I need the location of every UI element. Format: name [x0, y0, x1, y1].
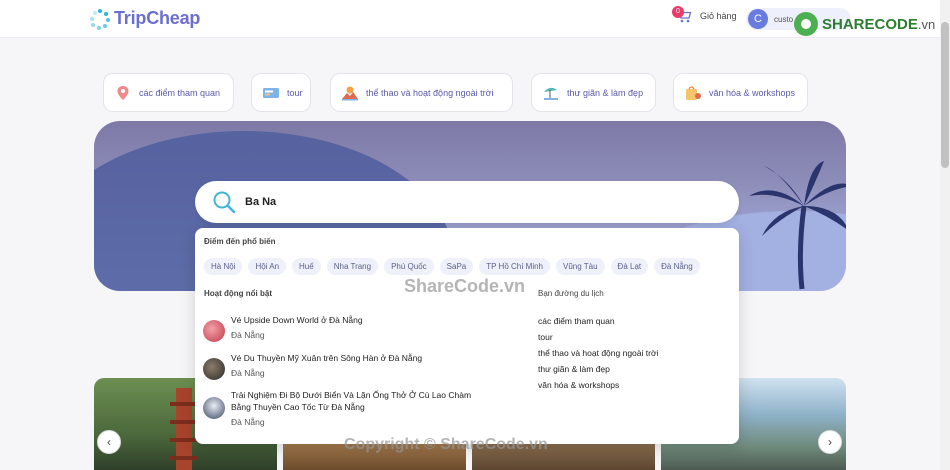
search-bar[interactable] [195, 181, 739, 223]
popular-destinations-list: Hà Nội Hội An Huế Nha Trang Phú Quốc SaP… [204, 258, 700, 275]
watermark-bottom: Copyright © ShareCode.vn [344, 436, 548, 453]
logo-spinner-icon [90, 8, 110, 30]
activity-thumbnail [203, 320, 225, 342]
beach-chair-icon [542, 85, 560, 101]
destination-tag[interactable]: Vũng Tàu [556, 258, 605, 275]
activity-title: Vé Du Thuyền Mỹ Xuân trên Sông Hàn ở Đà … [231, 353, 423, 363]
map-pin-icon [114, 85, 132, 101]
activity-location: Đà Nẵng [231, 417, 265, 427]
user-name: custo [774, 14, 794, 24]
category-label: văn hóa & workshops [709, 87, 796, 98]
activity-item[interactable]: Trải Nghiệm Đi Bộ Dưới Biển Và Lặn Ống T… [203, 389, 481, 427]
cart-label: Giỏ hàng [700, 11, 737, 21]
category-label: thư giãn & làm đẹp [567, 87, 644, 98]
category-relax[interactable]: thư giãn & làm đẹp [531, 73, 656, 112]
cart-button[interactable]: 0 Giỏ hàng [672, 6, 737, 24]
destination-tag[interactable]: TP Hồ Chí Minh [479, 258, 550, 275]
destination-tag[interactable]: Đà Nẵng [654, 258, 700, 275]
guide-item[interactable]: các điểm tham quan [538, 316, 615, 326]
destination-tag[interactable]: Phú Quốc [384, 258, 434, 275]
tripcheap-logo[interactable]: TripCheap [90, 8, 201, 30]
guide-item[interactable]: thể thao và hoạt động ngoài trời [538, 348, 658, 358]
guide-item[interactable]: tour [538, 332, 553, 342]
category-label: tour [287, 87, 303, 98]
watermark-center: ShareCode.vn [404, 276, 526, 296]
avatar: C [748, 9, 768, 29]
travel-guide-title: Bạn đường du lịch [538, 289, 604, 298]
activity-location: Đà Nẵng [231, 368, 265, 378]
destination-tag[interactable]: Huế [292, 258, 321, 275]
watermark-logo-suffix: .vn [917, 16, 936, 32]
guide-item[interactable]: thư giãn & làm đẹp [538, 364, 610, 374]
carousel-prev-button[interactable]: ‹ [97, 430, 121, 454]
guide-item[interactable]: văn hóa & workshops [538, 380, 619, 390]
palm-tree-icon [749, 161, 846, 290]
category-tour[interactable]: tour [251, 73, 311, 112]
sharecode-logo-icon [794, 12, 818, 36]
activity-title: Trải Nghiệm Đi Bộ Dưới Biển Và Lặn Ống T… [231, 390, 472, 412]
logo-text: TripCheap [114, 8, 201, 28]
activity-item[interactable]: Vé Upside Down World ở Đà Nẵng Đà Nẵng [203, 314, 481, 342]
category-attractions[interactable]: các điểm tham quan [103, 73, 234, 112]
outdoor-icon [341, 85, 359, 101]
watermark-logo-main: SHARECODE [822, 15, 918, 33]
carousel-next-button[interactable]: › [818, 430, 842, 454]
destination-tag[interactable]: Hà Nội [204, 258, 243, 275]
sharecode-watermark-logo: SHARECODE.vn [794, 12, 935, 36]
activity-thumbnail [203, 397, 225, 419]
search-icon [212, 190, 236, 214]
search-input[interactable] [245, 196, 685, 208]
culture-bag-icon [684, 85, 702, 101]
scrollbar-thumb[interactable] [941, 22, 949, 168]
page-scrollbar[interactable] [940, 0, 950, 470]
activity-title: Vé Upside Down World ở Đà Nẵng [231, 315, 363, 325]
activity-location: Đà Nẵng [231, 330, 265, 340]
category-label: các điểm tham quan [139, 87, 221, 98]
ticket-icon [262, 85, 280, 101]
category-outdoor[interactable]: thể thao và hoạt động ngoài trời [330, 73, 513, 112]
popular-destinations-title: Điểm đến phổ biến [204, 237, 276, 246]
destination-tag[interactable]: SaPa [439, 258, 474, 275]
activity-item[interactable]: Vé Du Thuyền Mỹ Xuân trên Sông Hàn ở Đà … [203, 352, 481, 380]
cart-icon: 0 [672, 6, 692, 24]
destination-tag[interactable]: Hội An [248, 258, 287, 275]
cart-count-badge: 0 [672, 6, 684, 18]
activity-thumbnail [203, 358, 225, 380]
featured-activities-title: Hoạt động nổi bật [204, 289, 272, 298]
category-label: thể thao và hoạt động ngoài trời [366, 87, 494, 98]
destination-tag[interactable]: Nha Trang [326, 258, 379, 275]
category-culture[interactable]: văn hóa & workshops [673, 73, 808, 112]
search-suggestions-dropdown: Điểm đến phổ biến Hà Nội Hội An Huế Nha … [195, 228, 739, 444]
destination-tag[interactable]: Đà Lạt [610, 258, 649, 275]
